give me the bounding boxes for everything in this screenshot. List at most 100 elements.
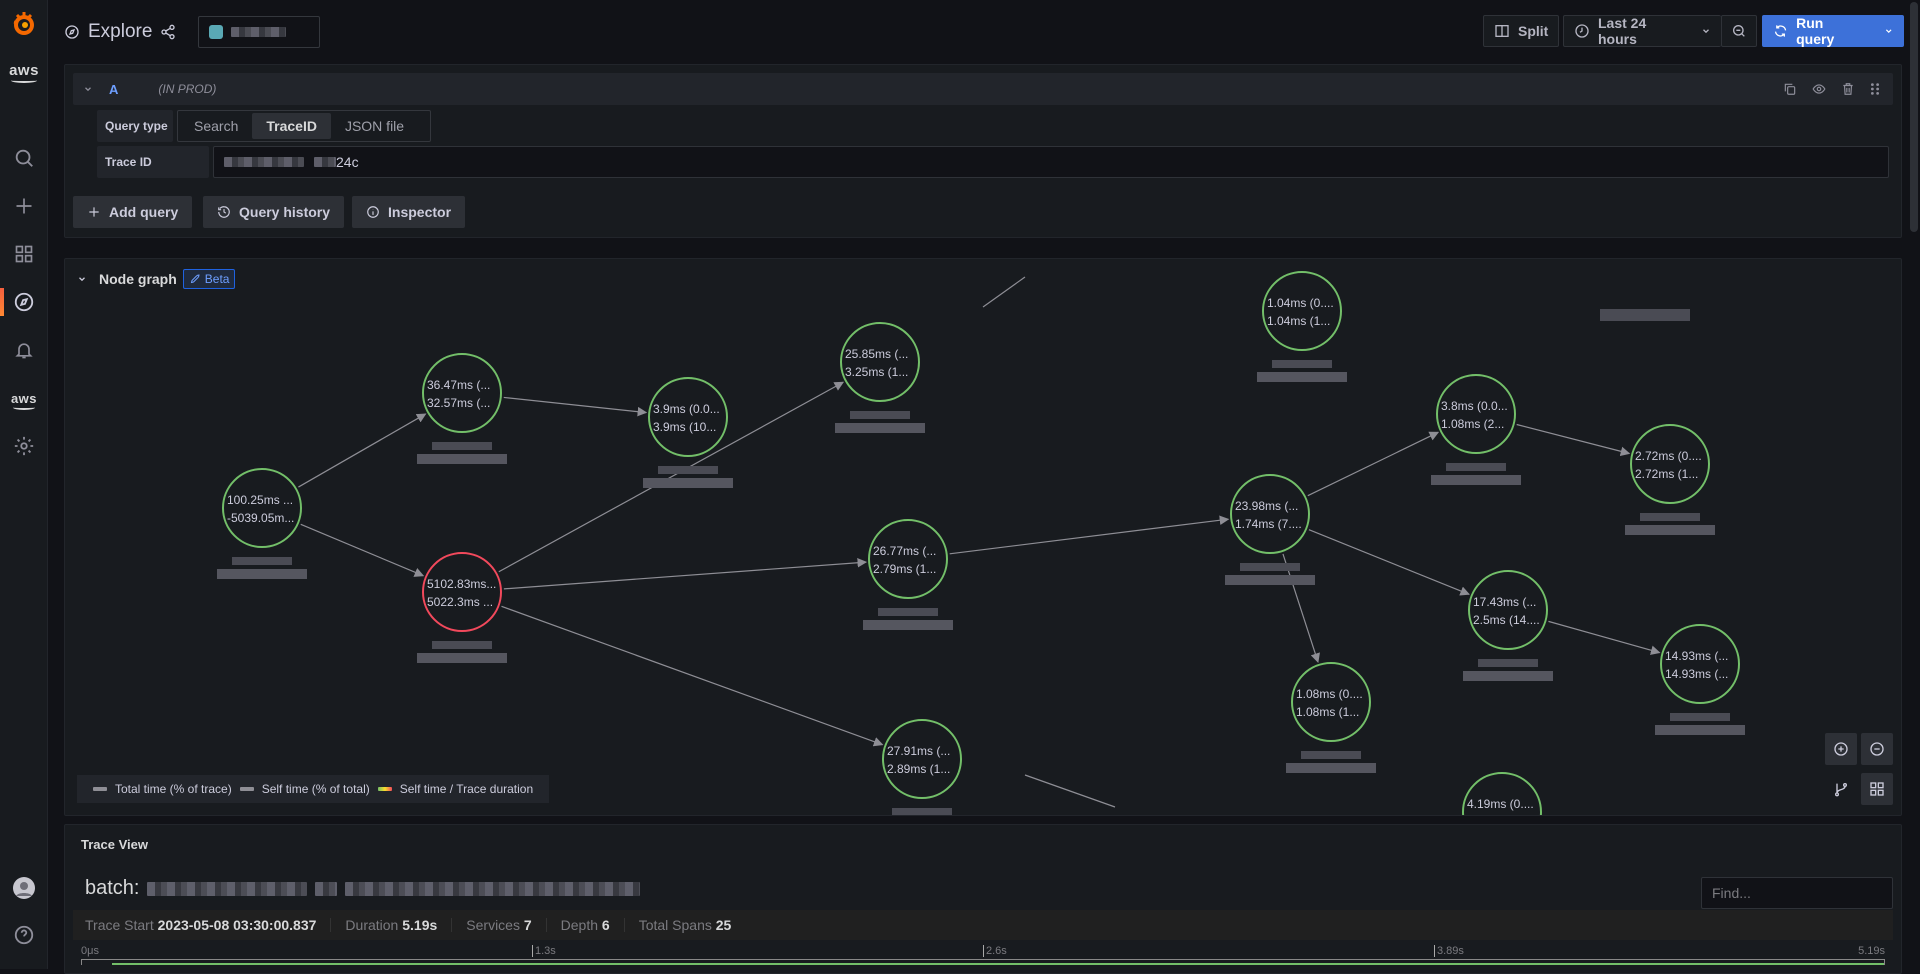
run-query-button[interactable]: Run query bbox=[1762, 15, 1904, 47]
graph-node[interactable]: 36.47ms (... 32.57ms (... bbox=[417, 353, 507, 464]
graph-node[interactable]: 3.9ms (0.0... 3.9ms (10... bbox=[643, 377, 733, 488]
sidebar-item-explore[interactable] bbox=[0, 282, 48, 322]
graph-edge[interactable] bbox=[1308, 529, 1470, 596]
sidebar-item-configuration[interactable] bbox=[0, 426, 48, 466]
node-label-redacted bbox=[1446, 463, 1506, 471]
graph-edge[interactable] bbox=[1024, 774, 1116, 808]
sidebar-item-profile[interactable] bbox=[0, 868, 48, 908]
graph-node[interactable]: 5102.83ms... 5022.3ms ... bbox=[417, 552, 507, 663]
sidebar-item-dashboards[interactable] bbox=[0, 234, 48, 274]
node-circle[interactable] bbox=[422, 353, 502, 433]
graph-edge[interactable] bbox=[503, 557, 868, 590]
query-type-search[interactable]: Search bbox=[180, 113, 252, 139]
node-circle[interactable] bbox=[1291, 662, 1371, 742]
duplicate-icon[interactable] bbox=[1783, 82, 1797, 96]
node-stat-text: 2.89ms (1... bbox=[887, 762, 950, 776]
node-graph-canvas[interactable]: 100.25ms ... -5039.05m... 36.47ms (... 32.5… bbox=[65, 259, 1902, 816]
trace-name: batch: bbox=[85, 877, 641, 900]
node-circle[interactable] bbox=[222, 468, 302, 548]
trace-name-prefix: batch: bbox=[85, 877, 140, 899]
graph-edge[interactable] bbox=[982, 276, 1026, 308]
eye-icon[interactable] bbox=[1811, 82, 1827, 96]
legend-label: Self time / Trace duration bbox=[399, 782, 534, 796]
query-datasource-note: (IN PROD) bbox=[158, 82, 217, 96]
trace-id-input[interactable]: 24c bbox=[213, 146, 1889, 178]
graph-node[interactable]: 23.98ms (... 1.74ms (7.... bbox=[1225, 474, 1315, 585]
query-type-json-file[interactable]: JSON file bbox=[331, 113, 418, 139]
sidebar-item-help[interactable] bbox=[0, 915, 48, 955]
query-history-button[interactable]: Query history bbox=[203, 196, 345, 228]
graph-edge[interactable] bbox=[1307, 431, 1440, 497]
drag-handle-icon[interactable] bbox=[1869, 82, 1881, 96]
sidebar-item-search[interactable] bbox=[0, 138, 48, 178]
node-circle[interactable] bbox=[882, 719, 962, 799]
graph-node[interactable]: 17.43ms (... 2.5ms (14.... bbox=[1463, 570, 1553, 681]
minimap[interactable] bbox=[81, 959, 1885, 965]
layout-grid-button[interactable] bbox=[1861, 773, 1893, 805]
graph-node[interactable]: 14.93ms (... 14.93ms (... bbox=[1655, 624, 1745, 735]
layout-graph-button[interactable] bbox=[1825, 773, 1857, 805]
query-ref-id[interactable]: A bbox=[109, 82, 118, 97]
query-row-header: A (IN PROD) bbox=[73, 73, 1893, 105]
graph-node[interactable]: 4.19ms (0.... bbox=[1457, 772, 1547, 816]
node-circle[interactable] bbox=[1630, 424, 1710, 504]
sidebar-item-alerting[interactable] bbox=[0, 330, 48, 370]
node-label-redacted bbox=[417, 454, 507, 464]
time-range-picker[interactable]: Last 24 hours bbox=[1563, 15, 1721, 47]
node-circle[interactable] bbox=[1660, 624, 1740, 704]
query-type-traceid[interactable]: TraceID bbox=[252, 113, 331, 139]
node-circle[interactable] bbox=[1436, 374, 1516, 454]
plus-icon bbox=[89, 207, 99, 217]
node-circle[interactable] bbox=[868, 519, 948, 599]
node-circle[interactable] bbox=[648, 377, 728, 457]
add-query-label: Add query bbox=[109, 204, 179, 220]
graph-node[interactable]: 1.08ms (0.... 1.08ms (1... bbox=[1286, 662, 1376, 773]
graph-node[interactable]: 100.25ms ... -5039.05m... bbox=[217, 468, 307, 579]
minimap-span-bar bbox=[112, 963, 1884, 965]
page-scrollbar[interactable] bbox=[1910, 2, 1918, 232]
inspector-button[interactable]: Inspector bbox=[352, 196, 466, 228]
find-input[interactable]: Find... bbox=[1701, 877, 1893, 909]
split-button[interactable]: Split bbox=[1483, 15, 1560, 47]
sidebar-item-create[interactable] bbox=[0, 186, 48, 226]
aws-home[interactable]: aws bbox=[0, 50, 48, 90]
graph-node[interactable]: 2.72ms (0.... 2.72ms (1... bbox=[1625, 424, 1715, 535]
datasource-picker[interactable] bbox=[198, 16, 321, 48]
refresh-icon bbox=[1774, 25, 1787, 37]
node-circle[interactable] bbox=[1230, 474, 1310, 554]
node-circle[interactable] bbox=[1468, 570, 1548, 650]
chevron-down-icon[interactable] bbox=[83, 84, 93, 94]
chevron-down-icon[interactable] bbox=[1884, 26, 1893, 36]
sidebar-item-aws[interactable]: aws bbox=[0, 378, 48, 418]
zoom-out-time-button[interactable] bbox=[1721, 15, 1757, 47]
stat-depth: Depth 6 bbox=[560, 917, 610, 933]
graph-edge[interactable] bbox=[949, 515, 1230, 555]
graph-edge[interactable] bbox=[503, 396, 648, 417]
node-label-redacted bbox=[217, 569, 307, 579]
graph-edge[interactable] bbox=[300, 523, 425, 577]
find-placeholder: Find... bbox=[1712, 885, 1751, 901]
share-icon[interactable] bbox=[160, 24, 176, 40]
graph-node[interactable]: 27.91ms (... 2.89ms (1... bbox=[877, 719, 967, 816]
trash-icon[interactable] bbox=[1841, 82, 1855, 96]
graph-edge[interactable] bbox=[1548, 620, 1661, 655]
help-icon bbox=[14, 925, 34, 945]
node-label-redacted bbox=[1286, 763, 1376, 773]
graph-edge[interactable] bbox=[501, 605, 884, 747]
branch-icon bbox=[1835, 783, 1847, 797]
graph-node[interactable]: 25.85ms (... 3.25ms (1... bbox=[835, 322, 925, 433]
graph-node[interactable]: 3.8ms (0.0... 1.08ms (2... bbox=[1431, 374, 1521, 485]
graph-edge[interactable] bbox=[298, 413, 427, 488]
node-circle[interactable] bbox=[1262, 271, 1342, 351]
grafana-logo[interactable] bbox=[0, 4, 48, 44]
time-range-label: Last 24 hours bbox=[1598, 15, 1647, 47]
zoom-out-button[interactable] bbox=[1861, 733, 1893, 765]
node-circle[interactable] bbox=[840, 322, 920, 402]
zoom-in-button[interactable] bbox=[1825, 733, 1857, 765]
graph-node[interactable]: 1.04ms (0.... 1.04ms (1... bbox=[1257, 271, 1347, 382]
graph-node[interactable]: 26.77ms (... 2.79ms (1... bbox=[863, 519, 953, 630]
add-query-button[interactable]: Add query bbox=[73, 196, 193, 228]
graph-edge[interactable] bbox=[1516, 423, 1631, 457]
node-stat-text: 14.93ms (... bbox=[1665, 667, 1728, 681]
node-circle[interactable] bbox=[422, 552, 502, 632]
